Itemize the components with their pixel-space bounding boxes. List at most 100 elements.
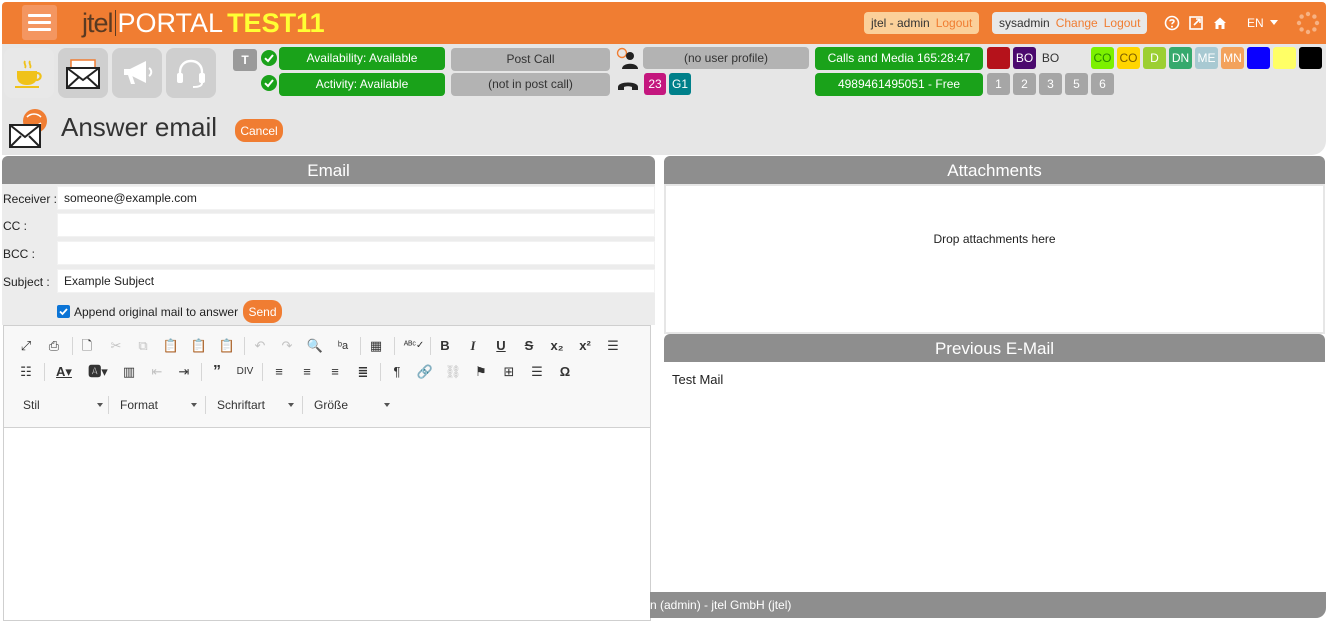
anchor-flag-icon[interactable]: ⚑: [472, 363, 490, 381]
subject-row: Subject : Example Subject: [2, 269, 655, 293]
cc-field[interactable]: [57, 213, 655, 237]
badge-co-green[interactable]: CO: [1091, 47, 1114, 69]
flag-red[interactable]: [987, 47, 1010, 69]
indent-icon[interactable]: ⇥: [175, 363, 193, 381]
menu-button[interactable]: [22, 5, 57, 40]
badge-mn[interactable]: MN: [1221, 47, 1244, 69]
badge-me[interactable]: ME: [1195, 47, 1218, 69]
receiver-row: Receiver : someone@example.com: [2, 186, 655, 210]
background-color-icon[interactable]: 🅰▾: [86, 363, 110, 381]
format-dropdown[interactable]: Format: [120, 395, 197, 415]
answer-email-icon: [9, 109, 47, 148]
pause-button[interactable]: [4, 48, 54, 98]
subject-label: Subject :: [3, 275, 50, 289]
send-button[interactable]: Send: [243, 300, 282, 323]
strikethrough-icon[interactable]: S: [520, 337, 538, 355]
paste-text-icon[interactable]: 📋: [190, 337, 208, 355]
line-status[interactable]: 4989461495051 - Free: [815, 73, 983, 96]
print-icon[interactable]: ⎙: [45, 337, 63, 355]
text-direction-icon[interactable]: ¶: [388, 363, 406, 381]
number-button-2[interactable]: 2: [1013, 73, 1036, 95]
number-button-3[interactable]: 3: [1039, 73, 1062, 95]
external-window-icon[interactable]: [1188, 15, 1204, 31]
new-page-icon[interactable]: 🗋: [78, 337, 96, 355]
queue-count-badge[interactable]: 23: [644, 73, 666, 95]
numbered-list-icon[interactable]: ☰: [604, 337, 622, 355]
special-character-icon[interactable]: Ω: [556, 363, 574, 381]
italic-icon[interactable]: I: [464, 337, 482, 355]
maximize-icon[interactable]: ⤢: [17, 337, 35, 355]
copy-icon[interactable]: ⧉: [134, 337, 152, 355]
sysadmin-logout-link[interactable]: Logout: [1104, 16, 1141, 30]
badge-black[interactable]: [1299, 47, 1322, 69]
flag-bo-plain[interactable]: BO: [1039, 47, 1062, 69]
horizontal-line-icon[interactable]: ☰: [528, 363, 546, 381]
unlink-icon[interactable]: ⛓: [444, 363, 462, 381]
undo-icon[interactable]: ↶: [251, 337, 269, 355]
activity-status[interactable]: Activity: Available: [279, 73, 445, 96]
badge-blue[interactable]: [1247, 47, 1270, 69]
spellcheck-icon[interactable]: ᴬᴮᶜ✓: [402, 337, 426, 355]
find-icon[interactable]: 🔍: [306, 337, 324, 355]
paste-icon[interactable]: 📋: [162, 337, 180, 355]
align-center-icon[interactable]: ≡: [298, 363, 316, 381]
text-color-icon[interactable]: A▾: [52, 363, 76, 381]
number-button-6[interactable]: 6: [1091, 73, 1114, 95]
receiver-field[interactable]: someone@example.com: [57, 186, 655, 210]
broadcast-button[interactable]: [112, 48, 162, 98]
size-dropdown[interactable]: Größe: [314, 395, 390, 415]
language-selector[interactable]: EN: [1247, 16, 1279, 30]
user-logout-link[interactable]: Logout: [936, 16, 973, 30]
select-all-icon[interactable]: ▦: [367, 337, 385, 355]
append-original-checkbox[interactable]: [57, 305, 70, 318]
bulleted-list-icon[interactable]: ☷: [17, 363, 35, 381]
sysadmin-badge: sysadmin Change Logout: [992, 12, 1148, 34]
number-button-1[interactable]: 1: [987, 73, 1010, 95]
email-panel-title: Email: [2, 156, 655, 184]
sysadmin-change-link[interactable]: Change: [1056, 16, 1098, 30]
badge-dn[interactable]: DN: [1169, 47, 1192, 69]
group-badge[interactable]: G1: [669, 73, 691, 95]
align-right-icon[interactable]: ≡: [326, 363, 344, 381]
paste-word-icon[interactable]: 📋: [218, 337, 236, 355]
remove-format-icon[interactable]: ▥: [120, 363, 138, 381]
bold-icon[interactable]: B: [436, 337, 454, 355]
outdent-icon[interactable]: ⇤: [148, 363, 166, 381]
post-call-button[interactable]: Post Call: [451, 48, 610, 71]
justify-icon[interactable]: ≣: [354, 363, 372, 381]
align-left-icon[interactable]: ≡: [270, 363, 288, 381]
receiver-label: Receiver :: [3, 192, 58, 206]
link-icon[interactable]: 🔗: [416, 363, 434, 381]
blockquote-icon[interactable]: ”: [208, 363, 226, 381]
badge-co-yellow[interactable]: CO: [1117, 47, 1140, 69]
team-badge[interactable]: T: [233, 49, 257, 71]
sysadmin-name: sysadmin: [999, 16, 1050, 30]
attachments-panel-title: Attachments: [664, 156, 1325, 184]
email-mode-button[interactable]: [58, 48, 108, 98]
number-button-5[interactable]: 5: [1065, 73, 1088, 95]
table-icon[interactable]: ⊞: [500, 363, 518, 381]
bcc-field[interactable]: [57, 241, 655, 265]
redo-icon[interactable]: ↷: [278, 337, 296, 355]
home-icon[interactable]: [1212, 15, 1228, 31]
cancel-button[interactable]: Cancel: [235, 119, 283, 142]
subject-field[interactable]: Example Subject: [57, 269, 655, 293]
style-dropdown[interactable]: Stil: [23, 395, 103, 415]
div-container-icon[interactable]: DIV: [236, 363, 254, 381]
headset-button[interactable]: [166, 48, 216, 98]
subscript-icon[interactable]: x₂: [548, 337, 566, 355]
font-dropdown[interactable]: Schriftart: [217, 395, 294, 415]
cut-icon[interactable]: ✂: [107, 337, 125, 355]
editor-content-area[interactable]: [4, 429, 650, 620]
underline-icon[interactable]: U: [492, 337, 510, 355]
help-icon[interactable]: [1164, 15, 1180, 31]
availability-status[interactable]: Availability: Available: [279, 47, 445, 70]
flag-bo-purple[interactable]: BO: [1013, 47, 1036, 69]
attachments-dropzone[interactable]: Drop attachments here: [664, 184, 1325, 334]
badge-d[interactable]: D: [1143, 47, 1166, 69]
replace-icon[interactable]: ᵇa: [334, 337, 352, 355]
headset-icon: [177, 59, 205, 88]
badge-yellow[interactable]: [1273, 47, 1296, 69]
user-profile-selector[interactable]: (no user profile): [643, 47, 809, 69]
superscript-icon[interactable]: x²: [576, 337, 594, 355]
